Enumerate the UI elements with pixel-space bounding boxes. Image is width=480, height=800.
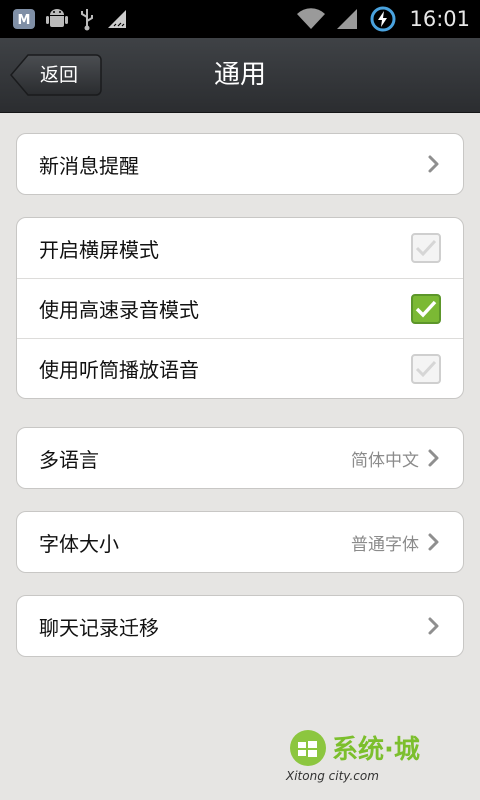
language-value: 简体中文 [351,450,419,471]
watermark-sub: Xitong city.com [285,769,379,783]
font-size-card: 字体大小 普通字体 [16,511,464,573]
chat-migrate-row[interactable]: 聊天记录迁移 [17,596,463,656]
clock: 16:01 [409,7,470,31]
chevron-right-icon [427,154,441,174]
ruler-icon [106,8,128,30]
svg-text:M: M [18,13,31,28]
language-label: 多语言 [39,447,99,472]
earpiece-checkbox[interactable] [411,353,441,384]
chevron-right-icon [427,448,441,468]
new-message-label: 新消息提醒 [39,153,139,178]
wifi-icon [297,8,326,30]
options-card: 开启横屏模式 使用高速录音模式 使用听筒播放语音 [16,217,464,399]
status-bar: M 16:01 [0,0,480,38]
battery-charging-icon [369,5,397,33]
chat-migrate-label: 聊天记录迁移 [39,615,159,640]
landscape-checkbox[interactable] [411,233,441,263]
landscape-row[interactable]: 开启横屏模式 [17,218,463,278]
fast-record-checkbox[interactable] [411,293,441,324]
fast-record-row[interactable]: 使用高速录音模式 [17,278,463,338]
usb-icon [78,7,96,31]
language-card: 多语言 简体中文 [16,427,464,489]
title-bar: 返回 通用 [0,38,480,113]
new-message-row[interactable]: 新消息提醒 [17,134,463,194]
fast-record-label: 使用高速录音模式 [39,298,199,322]
watermark-text: 系统·城 [332,734,420,765]
earpiece-label: 使用听筒播放语音 [39,358,199,382]
back-label: 返回 [40,64,79,86]
back-button[interactable]: 返回 [10,54,102,96]
watermark-logo: 系统·城 Xitong city.com [280,724,470,788]
chevron-right-icon [427,616,441,636]
font-size-value: 普通字体 [351,534,419,555]
chevron-right-icon [427,532,441,552]
language-row[interactable]: 多语言 简体中文 [17,428,463,488]
chat-migrate-card: 聊天记录迁移 [16,595,464,657]
font-size-row[interactable]: 字体大小 普通字体 [17,512,463,572]
m-app-icon: M [12,8,36,30]
font-size-label: 字体大小 [39,531,119,556]
android-icon [46,7,68,31]
landscape-label: 开启横屏模式 [39,237,159,262]
signal-icon [335,8,359,30]
earpiece-row[interactable]: 使用听筒播放语音 [17,338,463,398]
notification-card: 新消息提醒 [16,133,464,195]
